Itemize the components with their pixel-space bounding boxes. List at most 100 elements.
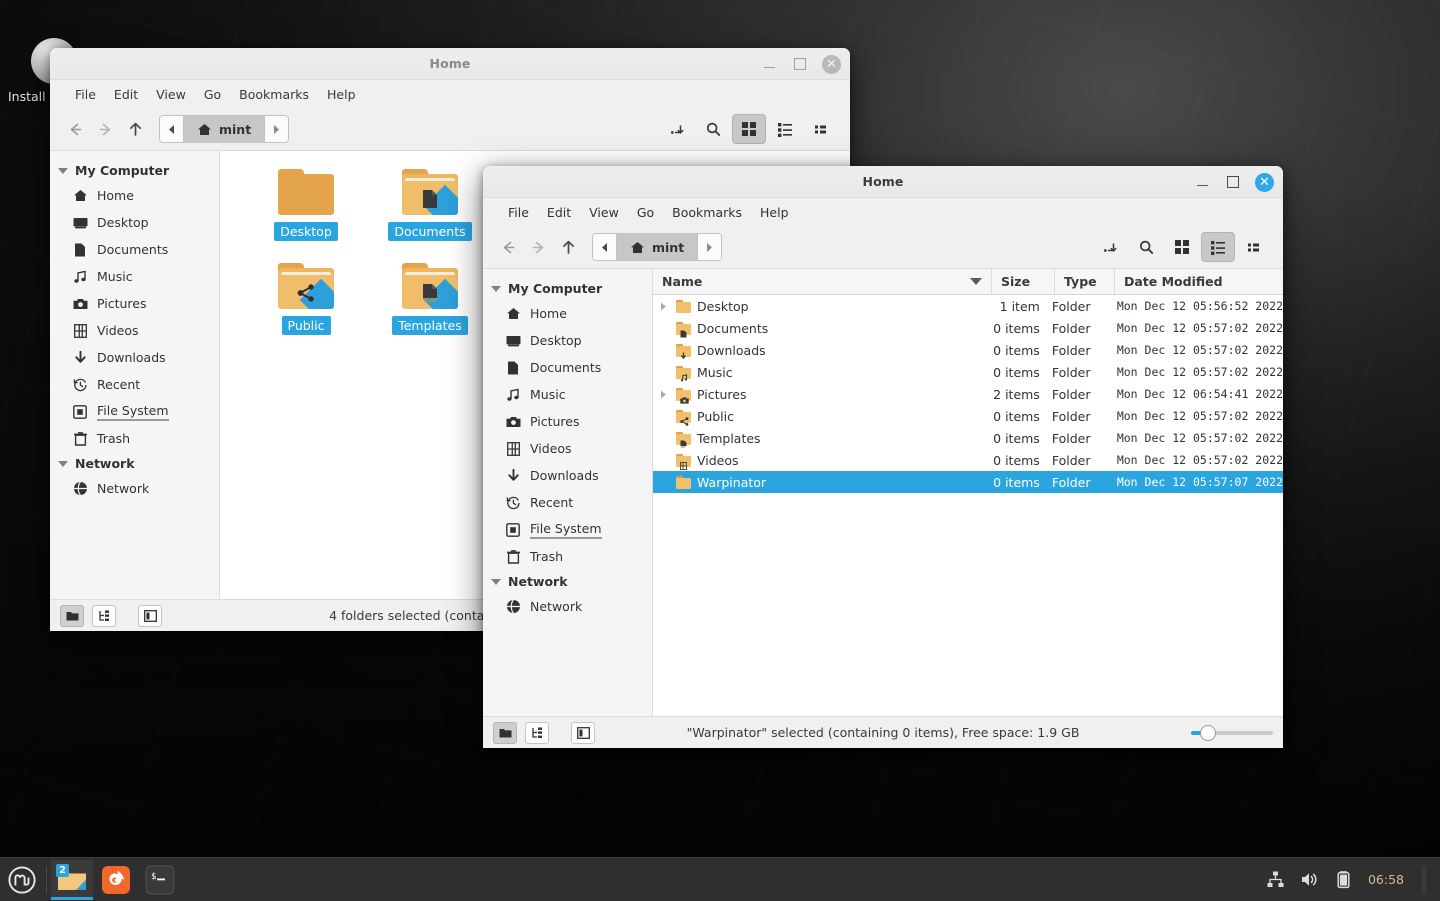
sidebar[interactable]: My Computer Home Desktop Documents Music… xyxy=(50,151,220,599)
expander-icon[interactable] xyxy=(656,302,670,311)
toolbar[interactable]: mint xyxy=(483,226,1283,268)
sidebar-item-documents[interactable]: Documents xyxy=(483,354,652,381)
minimize-button[interactable] xyxy=(760,55,778,73)
back-icon[interactable] xyxy=(493,233,523,261)
menu-file[interactable]: File xyxy=(66,84,105,105)
task-file-manager[interactable]: 2 xyxy=(51,860,93,900)
titlebar[interactable]: Home ✕ xyxy=(483,166,1283,198)
sidebar[interactable]: My Computer Home Desktop Documents Music… xyxy=(483,269,653,716)
menu-help[interactable]: Help xyxy=(751,202,798,223)
compact-view-icon[interactable] xyxy=(1237,232,1271,262)
zoom-slider-knob[interactable] xyxy=(1200,725,1216,741)
pathbar-crumb-mint[interactable]: mint xyxy=(183,116,265,142)
table-row[interactable]: Videos0 itemsFolderMon Dec 12 05:57:02 2… xyxy=(653,449,1283,471)
table-row[interactable]: Music0 itemsFolderMon Dec 12 05:57:02 20… xyxy=(653,361,1283,383)
forward-icon[interactable] xyxy=(523,233,553,261)
sidebar-item-music[interactable]: Music xyxy=(50,263,219,290)
column-header-name[interactable]: Name xyxy=(653,269,992,294)
up-icon[interactable] xyxy=(120,115,150,143)
icon-item-documents[interactable]: Documents xyxy=(368,169,492,241)
search-icon[interactable] xyxy=(696,114,730,144)
pathbar-right-arrow[interactable] xyxy=(265,116,288,142)
tree-icon[interactable] xyxy=(92,605,116,627)
sidebar-item-videos[interactable]: Videos xyxy=(483,435,652,462)
mint-logo-icon[interactable] xyxy=(0,858,44,901)
table-row[interactable]: Desktop1 itemFolderMon Dec 12 05:56:52 2… xyxy=(653,295,1283,317)
table-row[interactable]: Templates0 itemsFolderMon Dec 12 05:57:0… xyxy=(653,427,1283,449)
show-sidebar-icon[interactable] xyxy=(571,722,595,744)
sidebar-item-recent[interactable]: Recent xyxy=(50,371,219,398)
pathbar-left-arrow[interactable] xyxy=(160,116,183,142)
network-icon[interactable] xyxy=(1266,870,1286,890)
task-terminal[interactable]: $ xyxy=(139,860,181,900)
sidebar-item-file-system[interactable]: File System xyxy=(50,398,219,425)
sidebar-item-file-system[interactable]: File System xyxy=(483,516,652,543)
menu-view[interactable]: View xyxy=(147,84,195,105)
zoom-slider[interactable] xyxy=(1191,725,1273,741)
window-controls[interactable]: ✕ xyxy=(760,48,841,80)
taskbar-edge-handle[interactable] xyxy=(1422,866,1426,894)
places-icon[interactable] xyxy=(60,605,84,627)
list-header[interactable]: Name Size Type Date Modified xyxy=(653,269,1283,295)
table-row[interactable]: Pictures2 itemsFolderMon Dec 12 06:54:41… xyxy=(653,383,1283,405)
sidebar-item-videos[interactable]: Videos xyxy=(50,317,219,344)
file-manager-window-list-view[interactable]: Home ✕ File Edit View Go Bookmarks Help xyxy=(483,166,1283,748)
menu-go[interactable]: Go xyxy=(628,202,663,223)
list-view-content[interactable]: Name Size Type Date Modified Desktop1 it… xyxy=(653,269,1283,716)
toolbar[interactable]: mint xyxy=(50,108,850,150)
sidebar-item-recent[interactable]: Recent xyxy=(483,489,652,516)
list-view-icon[interactable] xyxy=(1201,232,1235,262)
sidebar-item-downloads[interactable]: Downloads xyxy=(50,344,219,371)
pathbar-crumb-mint[interactable]: mint xyxy=(616,234,698,260)
sidebar-item-pictures[interactable]: Pictures xyxy=(483,408,652,435)
volume-icon[interactable] xyxy=(1300,870,1320,890)
table-row[interactable]: Warpinator0 itemsFolderMon Dec 12 05:57:… xyxy=(653,471,1283,493)
icon-item-templates[interactable]: Templates xyxy=(368,263,492,335)
sidebar-item-home[interactable]: Home xyxy=(50,182,219,209)
column-header-date-modified[interactable]: Date Modified xyxy=(1115,269,1283,294)
task-list[interactable]: 2 $ xyxy=(51,860,181,900)
tree-icon[interactable] xyxy=(525,722,549,744)
menu-bookmarks[interactable]: Bookmarks xyxy=(663,202,751,223)
column-header-type[interactable]: Type xyxy=(1055,269,1115,294)
table-row[interactable]: Public0 itemsFolderMon Dec 12 05:57:02 2… xyxy=(653,405,1283,427)
menu-go[interactable]: Go xyxy=(195,84,230,105)
expander-icon[interactable] xyxy=(656,390,670,399)
menu-help[interactable]: Help xyxy=(318,84,365,105)
menu-file[interactable]: File xyxy=(499,202,538,223)
compact-view-icon[interactable] xyxy=(804,114,838,144)
task-firefox[interactable] xyxy=(95,860,137,900)
sidebar-section-network[interactable]: Network xyxy=(483,570,652,593)
sidebar-item-music[interactable]: Music xyxy=(483,381,652,408)
sidebar-section-my-computer[interactable]: My Computer xyxy=(50,159,219,182)
toggle-location-icon[interactable] xyxy=(660,114,694,144)
close-button[interactable]: ✕ xyxy=(1255,173,1274,192)
sidebar-section-my-computer[interactable]: My Computer xyxy=(483,277,652,300)
titlebar[interactable]: Home ✕ xyxy=(50,48,850,80)
statusbar[interactable]: "Warpinator" selected (containing 0 item… xyxy=(483,716,1283,748)
back-icon[interactable] xyxy=(60,115,90,143)
minimize-button[interactable] xyxy=(1193,173,1211,191)
pathbar-left-arrow[interactable] xyxy=(593,234,616,260)
pathbar[interactable]: mint xyxy=(159,115,289,143)
sidebar-item-pictures[interactable]: Pictures xyxy=(50,290,219,317)
icon-view-icon[interactable] xyxy=(732,114,766,144)
menu-edit[interactable]: Edit xyxy=(105,84,147,105)
icon-item-public[interactable]: Public xyxy=(244,263,368,335)
menu-edit[interactable]: Edit xyxy=(538,202,580,223)
sidebar-section-network[interactable]: Network xyxy=(50,452,219,475)
file-list[interactable]: Desktop1 itemFolderMon Dec 12 05:56:52 2… xyxy=(653,295,1283,493)
maximize-button[interactable] xyxy=(791,55,809,73)
menu-bookmarks[interactable]: Bookmarks xyxy=(230,84,318,105)
taskbar[interactable]: 2 $ xyxy=(0,857,1440,901)
table-row[interactable]: Documents0 itemsFolderMon Dec 12 05:57:0… xyxy=(653,317,1283,339)
sidebar-item-desktop[interactable]: Desktop xyxy=(50,209,219,236)
system-tray[interactable]: 06:58 xyxy=(1266,866,1440,894)
sidebar-item-trash[interactable]: Trash xyxy=(483,543,652,570)
sidebar-item-network[interactable]: Network xyxy=(50,475,219,502)
sidebar-item-trash[interactable]: Trash xyxy=(50,425,219,452)
pathbar-right-arrow[interactable] xyxy=(698,234,721,260)
icon-item-desktop[interactable]: Desktop xyxy=(244,169,368,241)
menubar[interactable]: File Edit View Go Bookmarks Help xyxy=(50,80,850,108)
sidebar-item-network[interactable]: Network xyxy=(483,593,652,620)
